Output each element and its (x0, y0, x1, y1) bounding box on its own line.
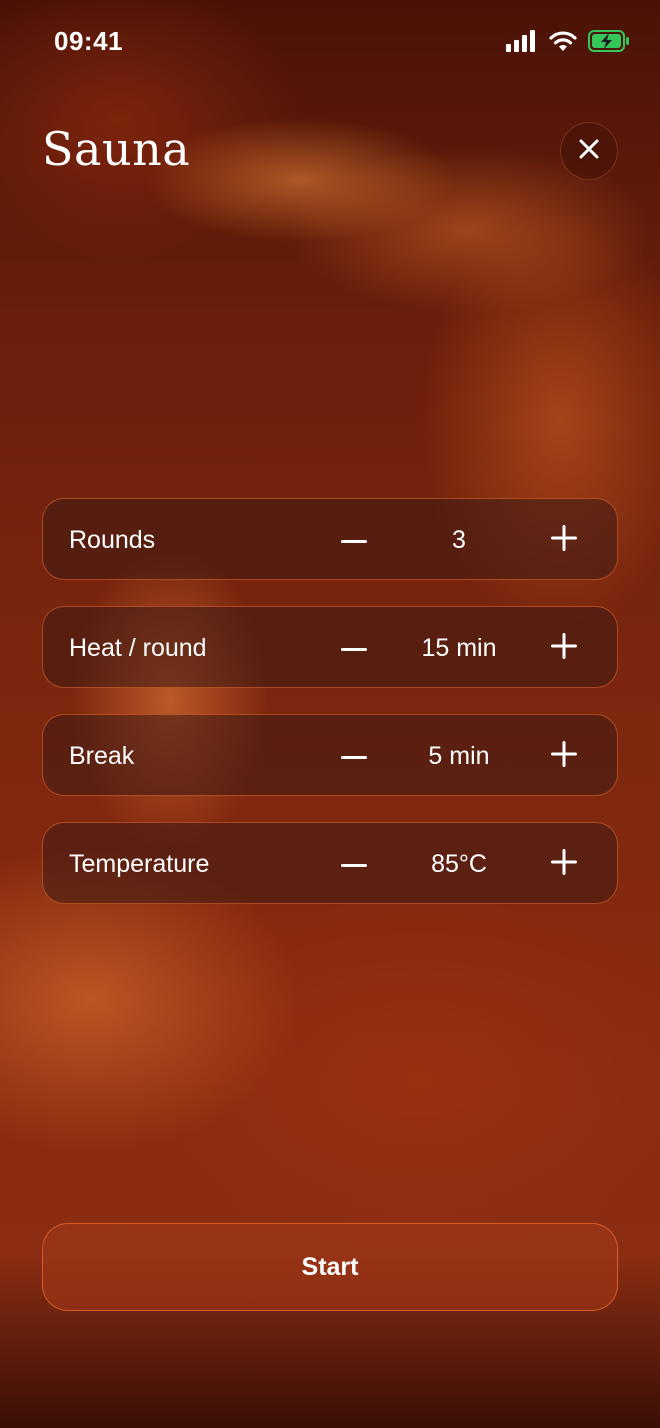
setting-value: 15 min (421, 634, 497, 662)
temperature-decrease-button[interactable] (330, 840, 378, 888)
setting-label: Temperature (69, 850, 210, 878)
status-icons (506, 30, 630, 57)
setting-label: Heat / round (69, 634, 207, 662)
heat-decrease-button[interactable] (330, 624, 378, 672)
minus-icon (341, 855, 367, 873)
page-title: Sauna (42, 122, 191, 176)
setting-heat-per-round: Heat / round 15 min (42, 606, 618, 688)
close-button[interactable] (560, 122, 618, 180)
setting-label: Break (69, 742, 135, 770)
setting-value: 85°C (431, 850, 487, 878)
status-time: 09:41 (54, 26, 123, 56)
setting-value: 5 min (428, 742, 490, 770)
plus-icon (551, 740, 577, 772)
sauna-screen: 09:41 Sauna Rounds 3 Heat / round 15 min… (0, 0, 660, 1428)
setting-temperature: Temperature 85°C (42, 822, 618, 904)
start-button[interactable]: Start (42, 1223, 618, 1311)
plus-icon (551, 524, 577, 556)
wifi-icon (548, 30, 578, 57)
plus-icon (551, 848, 577, 880)
signal-icon (506, 30, 538, 57)
break-increase-button[interactable] (540, 732, 588, 780)
close-icon (578, 138, 600, 165)
rounds-decrease-button[interactable] (330, 516, 378, 564)
setting-value: 3 (452, 526, 466, 554)
setting-rounds: Rounds 3 (42, 498, 618, 580)
settings-list: Rounds 3 Heat / round 15 min Break 5 min… (42, 498, 618, 930)
setting-break: Break 5 min (42, 714, 618, 796)
rounds-increase-button[interactable] (540, 516, 588, 564)
break-decrease-button[interactable] (330, 732, 378, 780)
heat-increase-button[interactable] (540, 624, 588, 672)
minus-icon (341, 639, 367, 657)
minus-icon (341, 747, 367, 765)
setting-label: Rounds (69, 526, 156, 554)
battery-charging-icon (588, 30, 630, 57)
plus-icon (551, 632, 577, 664)
temperature-increase-button[interactable] (540, 840, 588, 888)
minus-icon (341, 531, 367, 549)
status-bar: 09:41 (0, 0, 660, 90)
